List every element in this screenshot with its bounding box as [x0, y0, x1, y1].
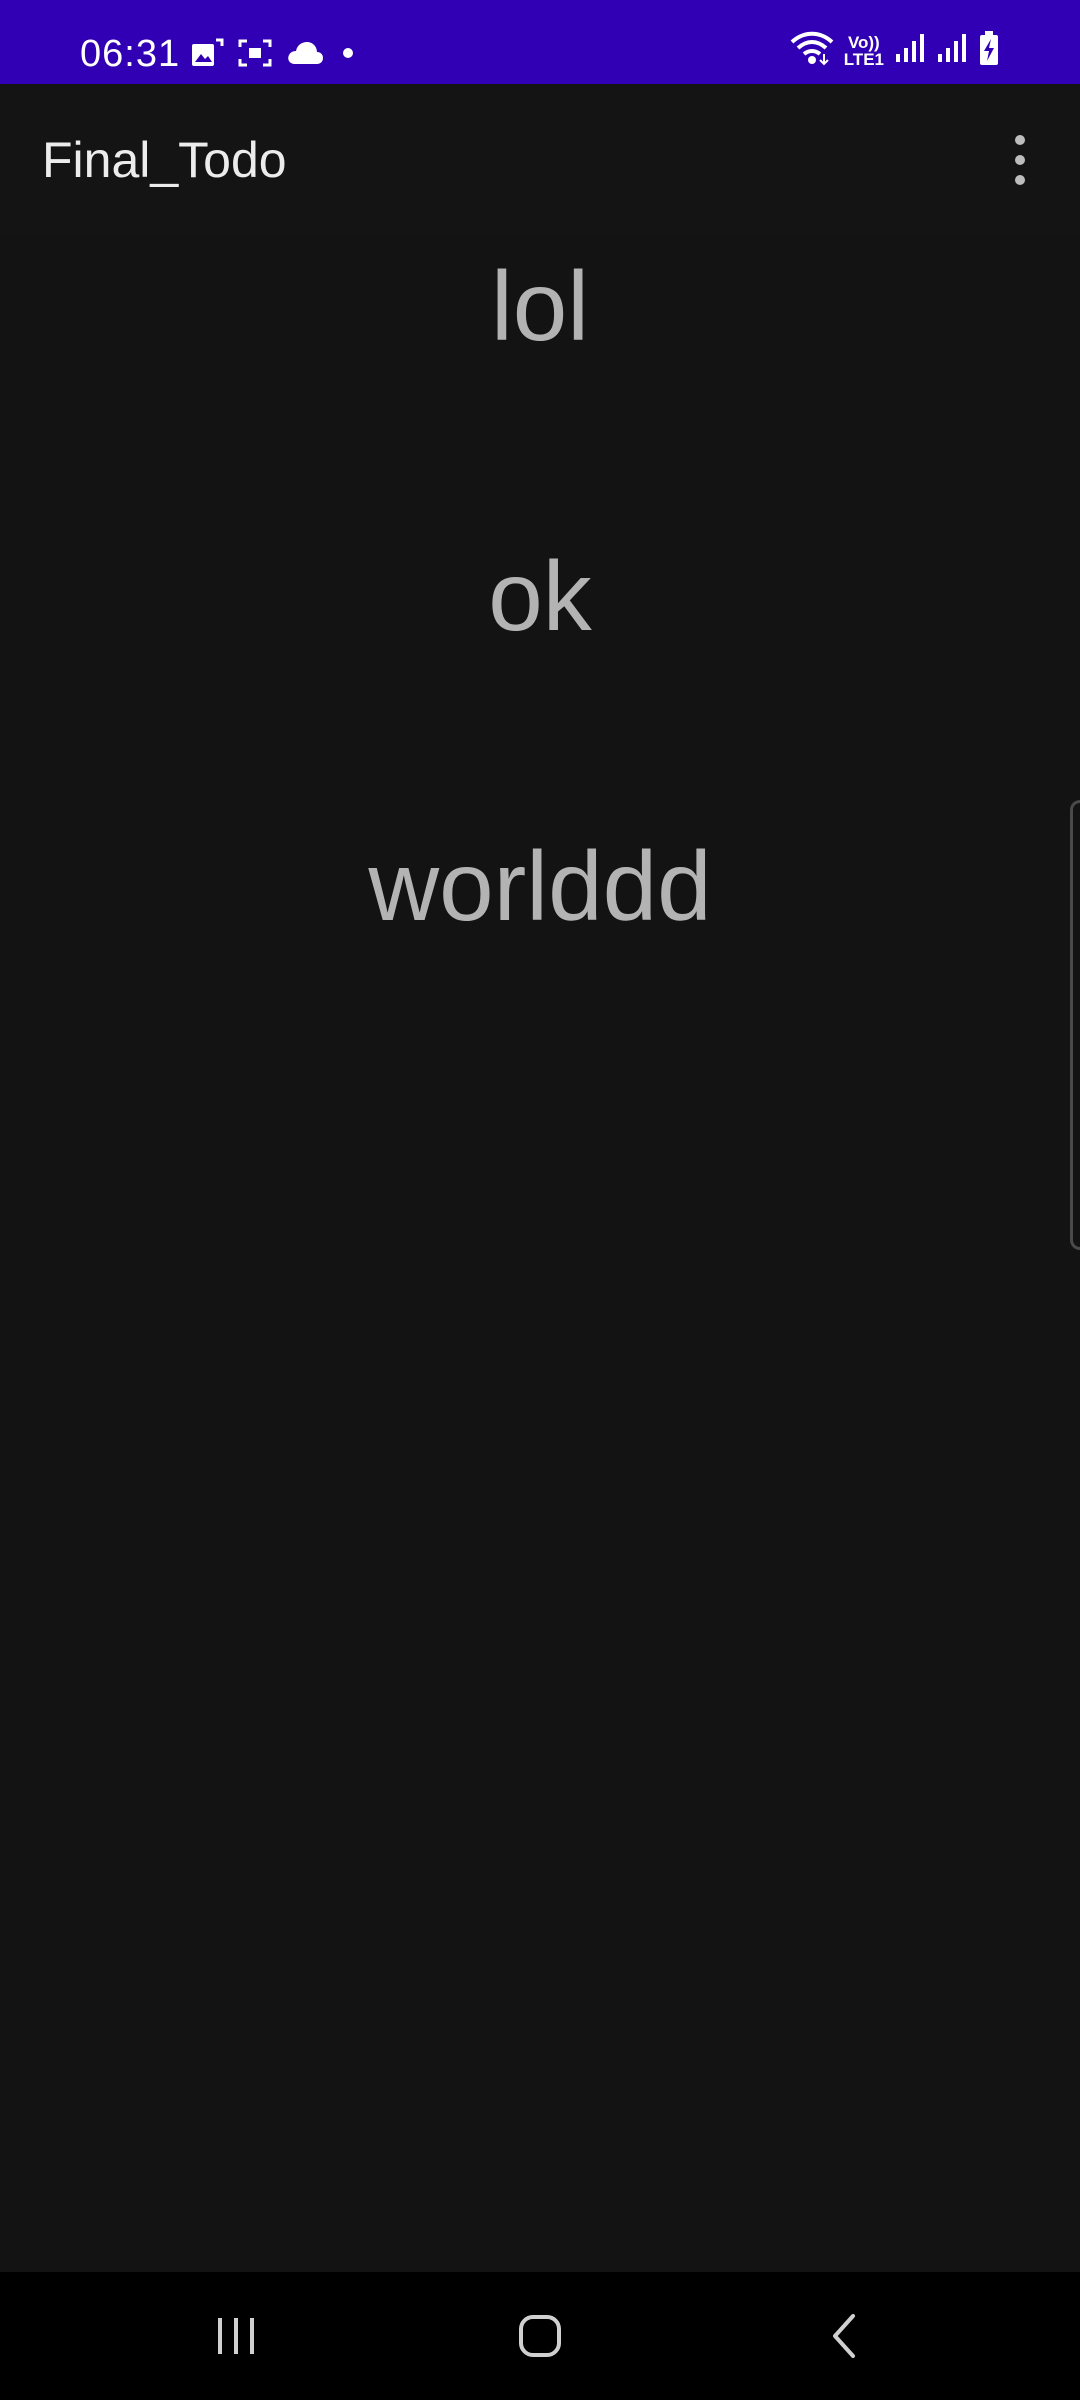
status-left-icons	[190, 38, 358, 73]
signal-icon	[936, 32, 968, 69]
network-type-label: Vo)) LTE1	[844, 34, 884, 68]
home-icon[interactable]	[480, 2296, 600, 2376]
lte-label: LTE1	[843, 49, 884, 69]
battery-charging-icon	[978, 30, 1000, 71]
app-title: Final_Todo	[42, 132, 287, 188]
screenshot-icon	[238, 38, 272, 73]
status-time: 06:31	[80, 33, 181, 75]
status-right-icons: Vo)) LTE1	[790, 30, 1000, 71]
edge-panel-handle[interactable]	[1070, 800, 1080, 1250]
todo-item[interactable]: lol	[0, 236, 1080, 376]
todo-item[interactable]: worlddd	[0, 816, 1080, 956]
wifi-icon	[790, 30, 834, 71]
status-bar: 06:31 Vo)) LTE1	[0, 0, 1080, 84]
dot-icon	[338, 43, 358, 68]
gallery-icon	[190, 38, 224, 73]
volte-label: Vo))	[847, 32, 880, 52]
navigation-bar	[0, 2272, 1080, 2400]
signal-icon	[894, 32, 926, 69]
screen: 06:31 Vo)) LTE1 Final_Todo lol ok worldd…	[0, 0, 1080, 2400]
cloud-icon	[286, 40, 324, 71]
app-bar: Final_Todo	[0, 84, 1080, 236]
recent-apps-icon[interactable]	[176, 2296, 296, 2376]
todo-item[interactable]: ok	[0, 526, 1080, 666]
back-icon[interactable]	[784, 2296, 904, 2376]
more-vert-icon[interactable]	[990, 124, 1050, 196]
